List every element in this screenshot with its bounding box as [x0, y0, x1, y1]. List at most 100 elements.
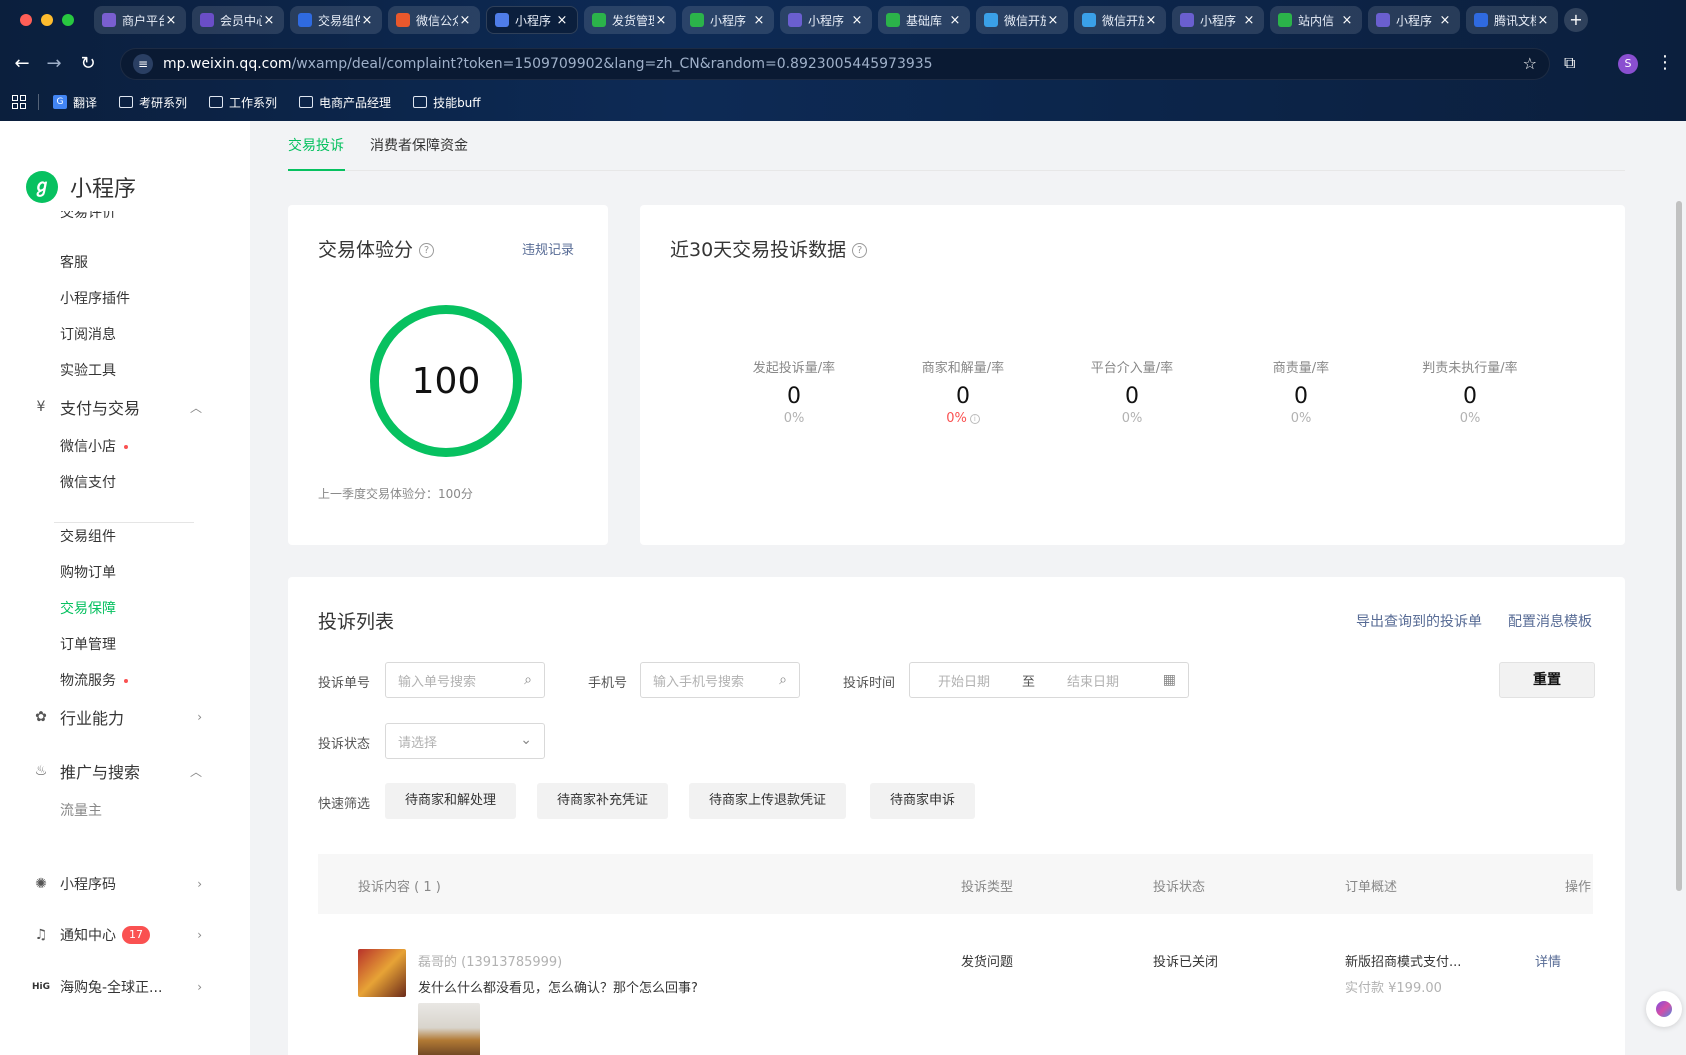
minimize-window-button[interactable] [41, 14, 53, 26]
browser-menu-icon[interactable]: ⋮ [1656, 52, 1674, 73]
start-date-placeholder[interactable]: 开始日期 [938, 671, 990, 690]
tab-favicon-icon [1474, 13, 1488, 27]
close-window-button[interactable] [20, 14, 32, 26]
browser-tab[interactable]: 小程序 × [682, 6, 774, 34]
sidebar-item-subscribe[interactable]: 订阅消息 [60, 324, 116, 344]
browser-tab[interactable]: 小程序 × [780, 6, 872, 34]
maximize-window-button[interactable] [62, 14, 74, 26]
close-tab-icon[interactable]: × [1340, 13, 1354, 28]
chip-pending-refund-proof[interactable]: 待商家上传退款凭证 [689, 783, 847, 819]
browser-tab[interactable]: 交易组件× [290, 6, 382, 34]
chip-pending-settle[interactable]: 待商家和解处理 [385, 783, 517, 819]
sidebar-item-order-mgmt[interactable]: 订单管理 [60, 634, 116, 654]
browser-tab[interactable]: 小程序 × [1368, 6, 1460, 34]
close-tab-icon[interactable]: × [1144, 13, 1158, 28]
close-tab-icon[interactable]: × [458, 13, 472, 28]
bookmark-star-icon[interactable]: ☆ [1523, 54, 1537, 73]
close-tab-icon[interactable]: × [850, 13, 864, 28]
evidence-image[interactable] [418, 1003, 480, 1055]
sidebar-item-shop-order[interactable]: 购物订单 [60, 562, 116, 582]
sidebar-item-notify[interactable]: ♫ 通知中心 17 › [32, 925, 202, 945]
mini-program-logo[interactable]: ℊ 小程序 [26, 171, 136, 203]
sidebar-group-payment[interactable]: ¥ 支付与交易 ︿ [32, 395, 202, 419]
reset-button[interactable]: 重置 [1499, 662, 1595, 698]
sidebar-item-trade-component[interactable]: 交易组件 [60, 526, 116, 546]
calendar-icon[interactable]: ▦ [1163, 672, 1176, 688]
chip-pending-appeal[interactable]: 待商家申诉 [870, 783, 976, 819]
browser-tab[interactable]: 小程序 × [486, 6, 578, 34]
info-icon[interactable]: i [969, 413, 980, 424]
end-date-placeholder[interactable]: 结束日期 [1067, 671, 1119, 690]
bookmark-item[interactable]: G 翻译 [53, 94, 97, 111]
detail-link[interactable]: 详情 [1535, 951, 1561, 970]
close-tab-icon[interactable]: × [360, 13, 374, 28]
browser-tab[interactable]: 微信开放× [976, 6, 1068, 34]
violation-record-link[interactable]: 违规记录 [522, 239, 574, 258]
profile-avatar[interactable]: S [1618, 54, 1638, 74]
close-tab-icon[interactable]: × [654, 13, 668, 28]
site-settings-icon[interactable]: ≡ [133, 54, 153, 74]
active-tab-indicator [288, 169, 345, 171]
browser-tab[interactable]: 微信开放× [1074, 6, 1166, 34]
tab-trade-complaint[interactable]: 交易投诉 [288, 135, 344, 155]
help-icon[interactable]: ? [419, 243, 435, 258]
close-tab-icon[interactable]: × [1536, 13, 1550, 28]
close-tab-icon[interactable]: × [948, 13, 962, 28]
phone-input[interactable]: 输入手机号搜索 ⌕ [640, 662, 800, 698]
bookmark-item[interactable]: 技能buff [413, 94, 481, 111]
extensions-icon[interactable]: ⧉ [1564, 53, 1575, 73]
help-icon[interactable]: ? [852, 243, 868, 258]
browser-tab[interactable]: 腾讯文档× [1466, 6, 1558, 34]
browser-tab[interactable]: 发货管理× [584, 6, 676, 34]
sidebar-item-trade-guard[interactable]: 交易保障 [60, 598, 116, 618]
tab-consumer-fund[interactable]: 消费者保障资金 [370, 135, 468, 155]
sidebar-group-promotion[interactable]: ♨ 推广与搜索 ︿ [32, 759, 202, 783]
sidebar-item-traffic[interactable]: 流量主 [60, 800, 102, 820]
browser-tab[interactable]: 基础库 × [878, 6, 970, 34]
sidebar-item-label: 微信小店 [60, 439, 116, 455]
time-label: 投诉时间 [843, 676, 896, 691]
browser-tab[interactable]: 站内信 × [1270, 6, 1362, 34]
date-range-picker[interactable]: 开始日期 至 结束日期 ▦ [909, 662, 1189, 698]
ai-assistant-button[interactable] [1646, 991, 1682, 1027]
bookmark-item[interactable]: 电商产品经理 [299, 94, 391, 111]
new-tab-button[interactable]: + [1564, 8, 1588, 32]
sidebar-account[interactable]: HiG 海购兔-全球正... › [32, 977, 202, 997]
bookmark-item[interactable]: 工作系列 [209, 94, 277, 111]
close-tab-icon[interactable]: × [164, 13, 178, 28]
bookmark-item[interactable]: 考研系列 [119, 94, 187, 111]
forward-arrow-icon[interactable]: → [42, 52, 66, 76]
close-tab-icon[interactable]: × [752, 13, 766, 28]
reload-icon[interactable]: ↻ [76, 52, 100, 76]
close-tab-icon[interactable]: × [1438, 13, 1452, 28]
browser-tab[interactable]: 商户平台× [94, 6, 186, 34]
close-tab-icon[interactable]: × [555, 13, 569, 28]
browser-tab[interactable]: 会员中心× [192, 6, 284, 34]
config-template-link[interactable]: 配置消息模板 [1508, 611, 1592, 631]
search-icon[interactable]: ⌕ [779, 672, 787, 688]
search-icon[interactable]: ⌕ [524, 672, 532, 688]
close-tab-icon[interactable]: × [1242, 13, 1256, 28]
sidebar-item-plugin[interactable]: 小程序插件 [60, 288, 130, 308]
address-bar[interactable]: ≡ mp.weixin.qq.com/wxamp/deal/complaint?… [120, 48, 1550, 80]
sidebar-item-trade-review[interactable]: 交易评价 [60, 211, 116, 221]
close-tab-icon[interactable]: × [262, 13, 276, 28]
sidebar-item-wx-pay[interactable]: 微信支付 [60, 472, 116, 492]
sidebar-group-industry[interactable]: ✿ 行业能力 › [32, 705, 202, 729]
back-arrow-icon[interactable]: ← [10, 52, 34, 76]
sidebar-item-logistics[interactable]: 物流服务 [60, 670, 128, 690]
browser-tab[interactable]: 小程序 × [1172, 6, 1264, 34]
chip-pending-evidence[interactable]: 待商家补充凭证 [537, 783, 669, 819]
sidebar-item-lab[interactable]: 实验工具 [60, 360, 116, 380]
status-select[interactable]: 请选择 ⌄ [385, 723, 545, 759]
sidebar-item-kefu[interactable]: 客服 [60, 252, 88, 272]
sidebar-item-qrcode[interactable]: ✺ 小程序码 › [32, 874, 202, 894]
tab-title: 微信开放 [1004, 13, 1046, 28]
export-complaints-link[interactable]: 导出查询到的投诉单 [1356, 611, 1482, 631]
apps-grid-icon[interactable] [12, 95, 26, 109]
sidebar-item-wx-shop[interactable]: 微信小店 [60, 436, 128, 456]
order-no-input[interactable]: 输入单号搜索 ⌕ [385, 662, 545, 698]
close-tab-icon[interactable]: × [1046, 13, 1060, 28]
page-scrollbar[interactable] [1676, 201, 1682, 891]
browser-tab[interactable]: 微信公众× [388, 6, 480, 34]
